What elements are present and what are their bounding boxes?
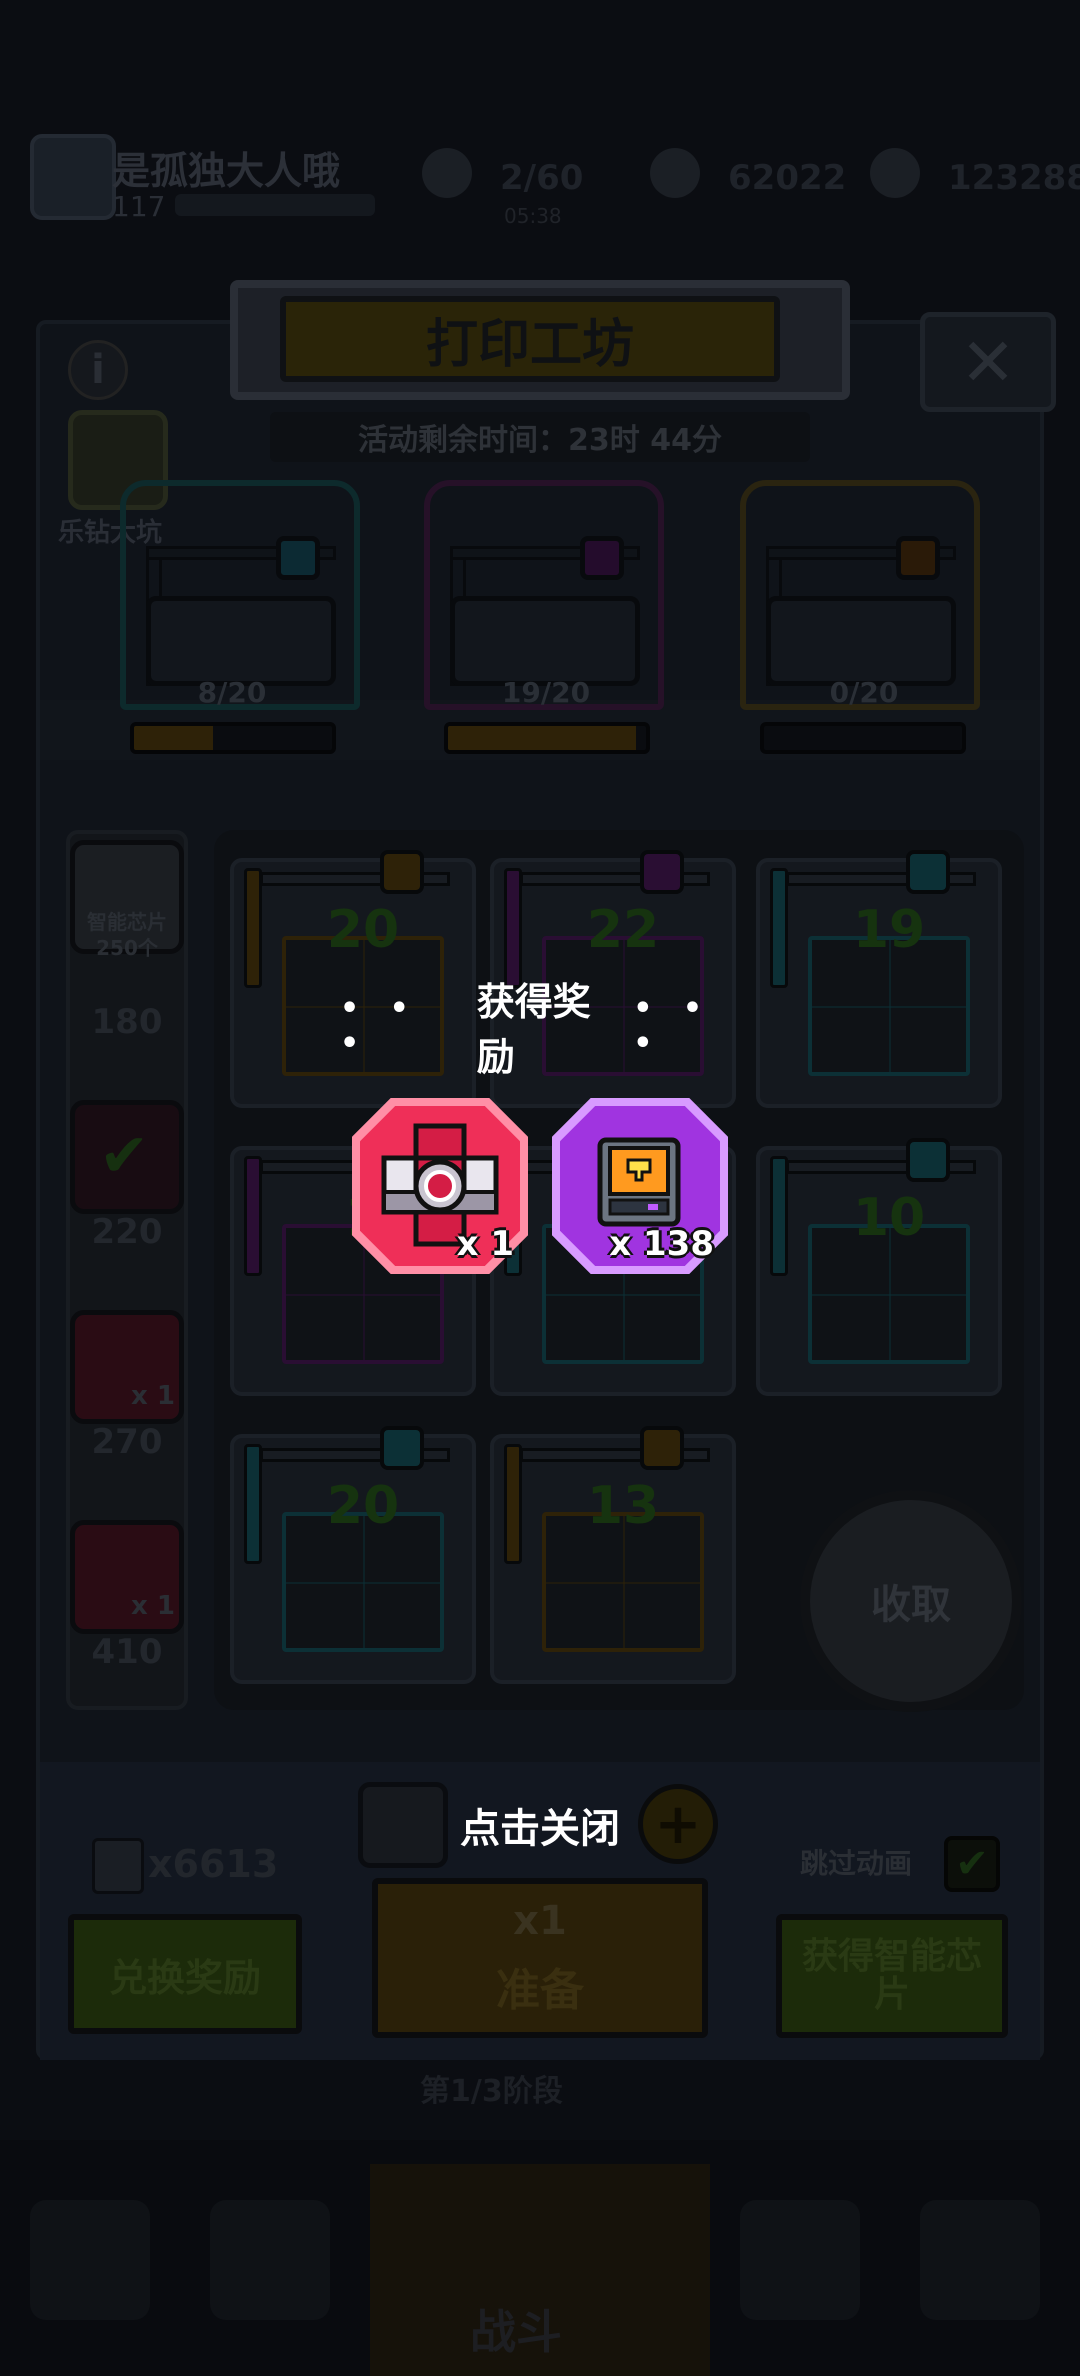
title-dots-left: • • •: [340, 991, 419, 1061]
reward-title: • • • 获得奖励 • • •: [340, 980, 740, 1079]
reward-title-text: 获得奖励: [476, 980, 591, 1079]
reward-qty: x 138: [609, 1224, 714, 1264]
reward-qty: x 1: [456, 1224, 514, 1264]
reward-overlay[interactable]: • • • 获得奖励 • • • x 1 x 138 点击关闭: [0, 0, 1080, 2376]
reward-item-chip: x 138: [552, 1098, 728, 1274]
tap-to-close-hint[interactable]: 点击关闭: [390, 1796, 690, 1854]
title-dots-right: • • •: [633, 991, 712, 1061]
smart-chip-icon: [597, 1137, 681, 1227]
reward-item-red-box: x 1: [352, 1098, 528, 1274]
game-screen: 是孤独大人哦 117 2/60 05:38 62022 123288 打印工坊 …: [0, 0, 1080, 2376]
